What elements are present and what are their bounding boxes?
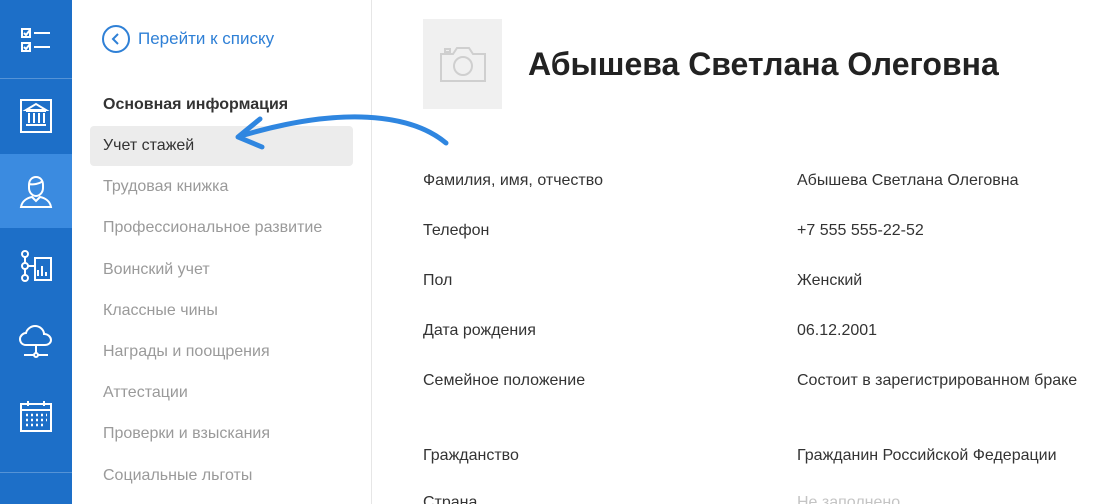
rail-item-personnel[interactable] — [0, 154, 72, 228]
nav-item-attestations[interactable]: Аттестации — [90, 373, 353, 413]
field-label-birth-date: Дата рождения — [423, 322, 536, 339]
nav-item-employment-book[interactable]: Трудовая книжка — [90, 167, 353, 207]
chevron-left-icon — [102, 25, 130, 53]
nav-list: Учет стажей Трудовая книжка Профессионал… — [90, 126, 353, 497]
nav-item-professional-development[interactable]: Профессиональное развитие — [90, 208, 353, 248]
checklist-icon — [21, 28, 50, 52]
profile-main: Абышева Светлана Олеговна Фамилия, имя, … — [373, 0, 1108, 504]
back-link-label: Перейти к списку — [138, 29, 275, 48]
field-value-phone: +7 555 555-22-52 — [797, 222, 924, 239]
field-label-marital-status: Семейное положение — [423, 372, 586, 389]
field-value-country: Не заполнено — [797, 494, 901, 504]
field-value-marital-status: Состоит в зарегистрированном браке — [797, 372, 1078, 389]
field-value-birth-date: 06.12.2001 — [797, 322, 878, 339]
page-title: Абышева Светлана Олеговна — [528, 46, 999, 82]
field-value-full-name: Абышева Светлана Олеговна — [797, 172, 1019, 189]
field-label-gender: Пол — [423, 272, 453, 289]
icon-rail — [0, 0, 72, 504]
field-label-country: Страна — [423, 494, 478, 504]
rail-item-institution[interactable] — [0, 79, 72, 153]
field-value-gender: Женский — [797, 272, 863, 289]
field-label-full-name: Фамилия, имя, отчество — [423, 172, 603, 189]
nav-item-service-records[interactable]: Учет стажей — [90, 126, 353, 166]
nav-item-military-registration[interactable]: Воинский учет — [90, 250, 353, 290]
rail-divider — [0, 472, 72, 473]
nav-heading[interactable]: Основная информация — [103, 96, 288, 114]
section-nav: Перейти к списку Основная информация Уче… — [72, 0, 372, 504]
nav-item-awards[interactable]: Награды и поощрения — [90, 332, 353, 372]
rail-item-structure[interactable] — [0, 229, 72, 303]
field-label-citizenship: Гражданство — [423, 447, 519, 464]
camera-icon — [439, 47, 486, 82]
rail-item-cloud[interactable] — [0, 304, 72, 378]
app: Перейти к списку Основная информация Уче… — [0, 0, 1108, 504]
field-value-citizenship: Гражданин Российской Федерации — [797, 447, 1057, 464]
person-icon — [19, 175, 53, 208]
nav-item-inspections[interactable]: Проверки и взыскания — [90, 414, 353, 454]
calendar-icon — [20, 401, 52, 432]
org-chart-icon — [21, 250, 52, 282]
field-label-phone: Телефон — [423, 222, 490, 239]
cloud-network-icon — [18, 324, 53, 358]
nav-item-class-ranks[interactable]: Классные чины — [90, 291, 353, 331]
avatar-placeholder[interactable] — [423, 19, 502, 109]
rail-item-calendar[interactable] — [0, 379, 72, 453]
rail-item-tasks[interactable] — [0, 4, 72, 78]
back-to-list-link[interactable]: Перейти к списку — [102, 24, 274, 54]
nav-item-social-benefits[interactable]: Социальные льготы — [90, 456, 353, 496]
institution-icon — [20, 99, 52, 133]
